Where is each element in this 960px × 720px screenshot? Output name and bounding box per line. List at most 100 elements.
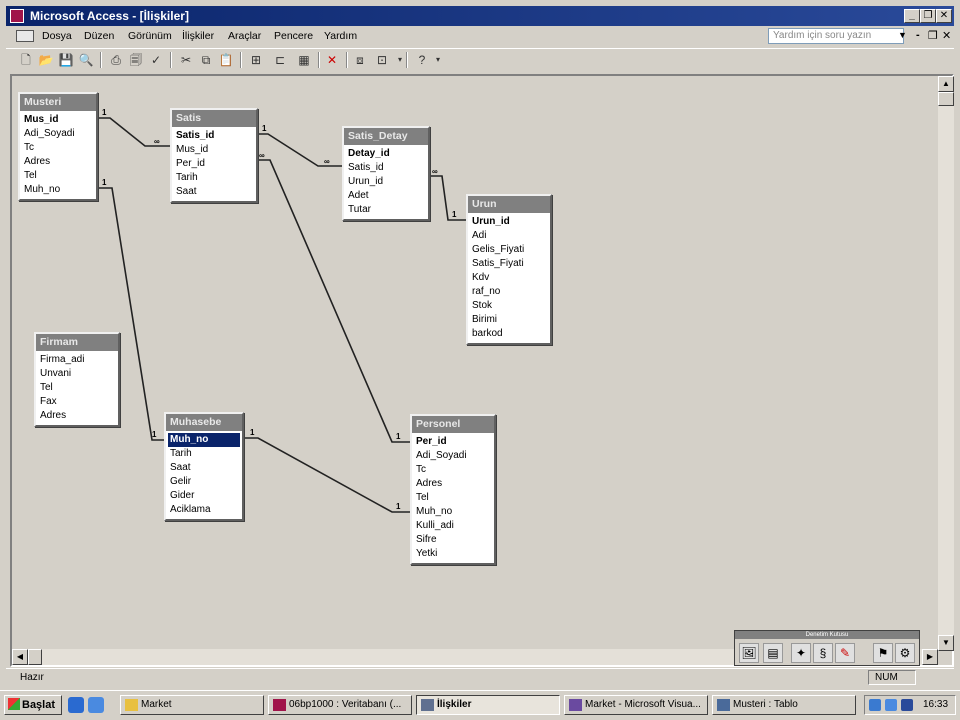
show-table-icon[interactable]: ⊞ xyxy=(248,52,264,68)
table-satis[interactable]: Satis Satis_id Mus_id Per_id Tarih Saat xyxy=(170,108,258,203)
field-tel[interactable]: Tel xyxy=(24,169,94,183)
close-button[interactable]: ✕ xyxy=(936,9,952,23)
table-firmam[interactable]: Firmam Firma_adi Unvani Tel Fax Adres xyxy=(34,332,120,427)
wizard-icon[interactable]: ✦ xyxy=(791,643,811,663)
field-adres[interactable]: Adres xyxy=(40,409,116,423)
field-adres[interactable]: Adres xyxy=(24,155,94,169)
vertical-scrollbar[interactable]: ▲ ▼ xyxy=(938,76,954,651)
scroll-up-icon[interactable]: ▲ xyxy=(938,76,954,92)
show-all-relationships-icon[interactable]: ▦ xyxy=(296,52,312,68)
window-title-bar[interactable]: Microsoft Access - [İlişkiler] _ ❐ ✕ xyxy=(6,6,954,26)
table-satis-detay[interactable]: Satis_Detay Detay_id Satis_id Urun_id Ad… xyxy=(342,126,430,221)
menu-dosya[interactable]: Dosya xyxy=(42,30,72,42)
internet-explorer-icon[interactable] xyxy=(68,697,84,713)
relationships-canvas[interactable]: 1 ∞ 1 ∞ ∞ 1 ∞ 1 1 1 1 1 Musteri Mus_id A… xyxy=(10,74,954,667)
field-raf-no[interactable]: raf_no xyxy=(472,285,548,299)
field-firma-adi[interactable]: Firma_adi xyxy=(40,353,116,367)
toolbar-options-icon[interactable]: ▾ xyxy=(430,52,446,68)
menu-gorunum[interactable]: Görünüm xyxy=(128,30,172,42)
copy-icon[interactable]: ⧉ xyxy=(198,52,214,68)
image-icon[interactable]: 🖼 xyxy=(739,643,759,663)
menu-duzen[interactable]: Düzen xyxy=(84,30,114,42)
help-icon[interactable]: ? xyxy=(414,52,430,68)
cut-icon[interactable]: ✂ xyxy=(178,52,194,68)
save-icon[interactable]: 💾 xyxy=(58,52,74,68)
table-urun[interactable]: Urun Urun_id Adi Gelis_Fiyati Satis_Fiya… xyxy=(466,194,552,345)
controls-icon[interactable]: ⚑ xyxy=(873,643,893,663)
database-window-icon[interactable]: ⧈ xyxy=(352,52,368,68)
open-folder-icon[interactable]: 📂 xyxy=(38,52,54,68)
print-preview-icon[interactable]: 🗐 xyxy=(128,52,144,68)
field-adi-soyadi[interactable]: Adi_Soyadi xyxy=(416,449,492,463)
network-icon[interactable] xyxy=(869,699,881,711)
field-muh-no[interactable]: Muh_no xyxy=(24,183,94,197)
table-title[interactable]: Satis_Detay xyxy=(344,128,428,145)
table-title[interactable]: Urun xyxy=(468,196,550,213)
field-mus-id[interactable]: Mus_id xyxy=(176,143,254,157)
table-title[interactable]: Musteri xyxy=(20,94,96,111)
pen-icon[interactable]: ✎ xyxy=(835,643,855,663)
taskbar-item-database[interactable]: 06bp1000 : Veritabanı (... xyxy=(268,695,412,715)
field-sifre[interactable]: Sifre xyxy=(416,533,492,547)
field-barkod[interactable]: barkod xyxy=(472,327,548,341)
scroll-right-icon[interactable]: ▶ xyxy=(922,649,938,665)
taskbar-item-visual-studio[interactable]: Market - Microsoft Visua... xyxy=(564,695,708,715)
field-stok[interactable]: Stok xyxy=(472,299,548,313)
taskbar-item-iliskiler[interactable]: İlişkiler xyxy=(416,695,560,715)
table-muhasebe[interactable]: Muhasebe Muh_no Tarih Saat Gelir Gider A… xyxy=(164,412,244,521)
new-icon[interactable]: 🗋 xyxy=(18,52,34,68)
field-muh-no[interactable]: Muh_no xyxy=(168,433,240,447)
scroll-left-icon[interactable]: ◀ xyxy=(12,649,28,665)
clock[interactable]: 16:33 xyxy=(923,699,948,710)
field-tarih[interactable]: Tarih xyxy=(176,171,254,185)
table-title[interactable]: Muhasebe xyxy=(166,414,242,431)
field-per-id[interactable]: Per_id xyxy=(416,435,492,449)
delete-icon[interactable]: ✕ xyxy=(324,52,340,68)
field-tel[interactable]: Tel xyxy=(416,491,492,505)
paste-icon[interactable]: 📋 xyxy=(218,52,234,68)
help-question-input[interactable]: Yardım için soru yazın xyxy=(768,28,904,44)
table-title[interactable]: Personel xyxy=(412,416,494,433)
file-search-icon[interactable]: 🔍 xyxy=(78,52,94,68)
print-icon[interactable]: ⎙ xyxy=(108,52,124,68)
field-tutar[interactable]: Tutar xyxy=(348,203,426,217)
spelling-icon[interactable]: ✓ xyxy=(148,52,164,68)
scroll-down-icon[interactable]: ▼ xyxy=(938,635,954,651)
field-aciklama[interactable]: Aciklama xyxy=(170,503,240,517)
doc-close-button[interactable]: ✕ xyxy=(942,29,951,42)
table-musteri[interactable]: Musteri Mus_id Adi_Soyadi Tc Adres Tel M… xyxy=(18,92,98,201)
doc-restore-button[interactable]: ❐ xyxy=(928,29,938,42)
menu-iliskiler[interactable]: İlişkiler xyxy=(182,30,214,42)
menu-yardim[interactable]: Yardım xyxy=(324,30,357,42)
field-gelis-fiyati[interactable]: Gelis_Fiyati xyxy=(472,243,548,257)
field-yetki[interactable]: Yetki xyxy=(416,547,492,561)
new-object-icon[interactable]: ⊡ xyxy=(374,52,390,68)
menu-pencere[interactable]: Pencere xyxy=(274,30,313,42)
field-satis-id[interactable]: Satis_id xyxy=(176,129,254,143)
chevron-down-icon[interactable]: ▼ xyxy=(898,30,907,40)
show-desktop-icon[interactable] xyxy=(88,697,104,713)
field-tc[interactable]: Tc xyxy=(24,141,94,155)
scroll-thumb[interactable] xyxy=(938,92,954,106)
field-urun-id[interactable]: Urun_id xyxy=(348,175,426,189)
field-adi[interactable]: Adi xyxy=(472,229,548,243)
field-gelir[interactable]: Gelir xyxy=(170,475,240,489)
relationships-doc-icon[interactable] xyxy=(16,30,34,42)
field-gider[interactable]: Gider xyxy=(170,489,240,503)
table-title[interactable]: Firmam xyxy=(36,334,118,351)
object-frame-icon[interactable]: ▤ xyxy=(763,643,783,663)
security-icon[interactable] xyxy=(901,699,913,711)
field-detay-id[interactable]: Detay_id xyxy=(348,147,426,161)
show-direct-relationships-icon[interactable]: ⊏ xyxy=(272,52,288,68)
menu-araclar[interactable]: Araçlar xyxy=(228,30,261,42)
field-adres[interactable]: Adres xyxy=(416,477,492,491)
restore-button[interactable]: ❐ xyxy=(920,9,936,23)
toolbox-title[interactable]: Denetim Kutusu xyxy=(735,631,919,639)
field-mus-id[interactable]: Mus_id xyxy=(24,113,94,127)
field-tc[interactable]: Tc xyxy=(416,463,492,477)
field-kulli-adi[interactable]: Kulli_adi xyxy=(416,519,492,533)
hscroll-thumb[interactable] xyxy=(28,649,42,665)
field-satis-id[interactable]: Satis_id xyxy=(348,161,426,175)
start-button[interactable]: Başlat xyxy=(4,695,62,715)
floating-toolbox[interactable]: Denetim Kutusu 🖼 ▤ ✦ § ✎ ⚑ ⚙ xyxy=(734,630,920,666)
